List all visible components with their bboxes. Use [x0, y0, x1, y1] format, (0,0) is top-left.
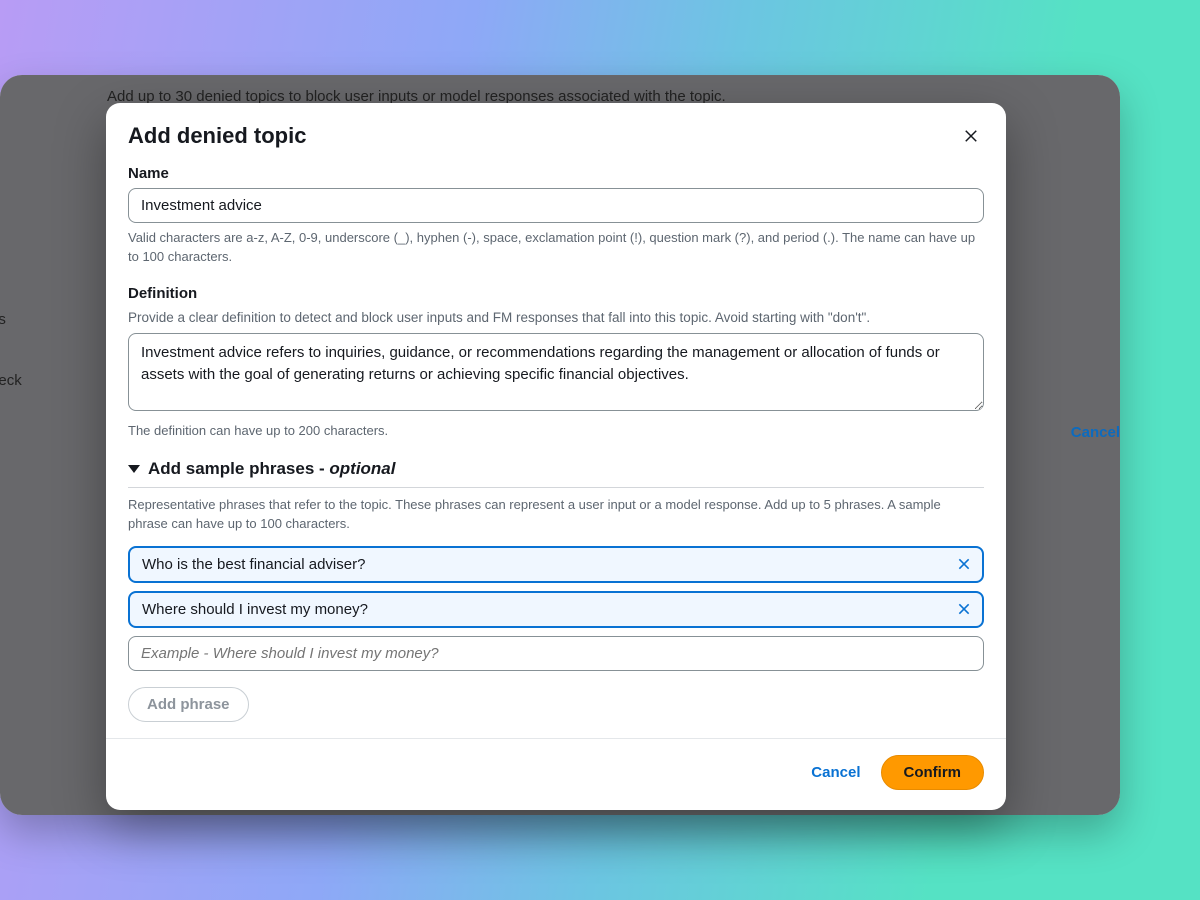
- sample-phrases-title: Add sample phrases - optional: [148, 459, 396, 479]
- close-button[interactable]: [958, 123, 984, 149]
- close-icon: [956, 601, 972, 617]
- background-cancel-link[interactable]: Cancel: [1071, 424, 1120, 441]
- name-section: Name Valid characters are a-z, A-Z, 0-9,…: [128, 165, 984, 267]
- divider: [128, 487, 984, 488]
- definition-textarea[interactable]: [128, 333, 984, 411]
- left-nav-item: filters: [0, 311, 6, 328]
- definition-section: Definition Provide a clear definition to…: [128, 285, 984, 441]
- left-nav-item: g check: [0, 372, 22, 389]
- add-phrase-button[interactable]: Add phrase: [128, 687, 249, 722]
- modal-title: Add denied topic: [128, 123, 306, 149]
- sample-phrase-row: [128, 636, 984, 671]
- sample-phrases-helper: Representative phrases that refer to the…: [128, 496, 984, 534]
- confirm-button[interactable]: Confirm: [881, 755, 985, 790]
- close-icon: [962, 127, 980, 145]
- sample-phrase-row: [128, 546, 984, 583]
- sample-phrase-input[interactable]: [128, 546, 984, 583]
- left-nav-fragment: filters g check: [0, 75, 60, 815]
- sample-phrase-input-empty[interactable]: [128, 636, 984, 671]
- modal-footer: Cancel Confirm: [106, 738, 1006, 810]
- close-icon: [956, 556, 972, 572]
- name-helper: Valid characters are a-z, A-Z, 0-9, unde…: [128, 229, 984, 267]
- name-input[interactable]: [128, 188, 984, 223]
- definition-sublabel: Provide a clear definition to detect and…: [128, 308, 984, 328]
- add-denied-topic-modal: Add denied topic Name Valid characters a…: [106, 103, 1006, 810]
- sample-phrases-section: Add sample phrases - optional Representa…: [128, 459, 984, 722]
- definition-label: Definition: [128, 285, 984, 302]
- cancel-button[interactable]: Cancel: [811, 764, 860, 781]
- sample-phrase-row: [128, 591, 984, 628]
- remove-phrase-button[interactable]: [952, 597, 976, 621]
- name-label: Name: [128, 165, 984, 182]
- caret-down-icon: [128, 465, 140, 473]
- sample-phrases-toggle[interactable]: Add sample phrases - optional: [128, 459, 984, 485]
- remove-phrase-button[interactable]: [952, 552, 976, 576]
- sample-phrase-input[interactable]: [128, 591, 984, 628]
- definition-helper: The definition can have up to 200 charac…: [128, 422, 984, 441]
